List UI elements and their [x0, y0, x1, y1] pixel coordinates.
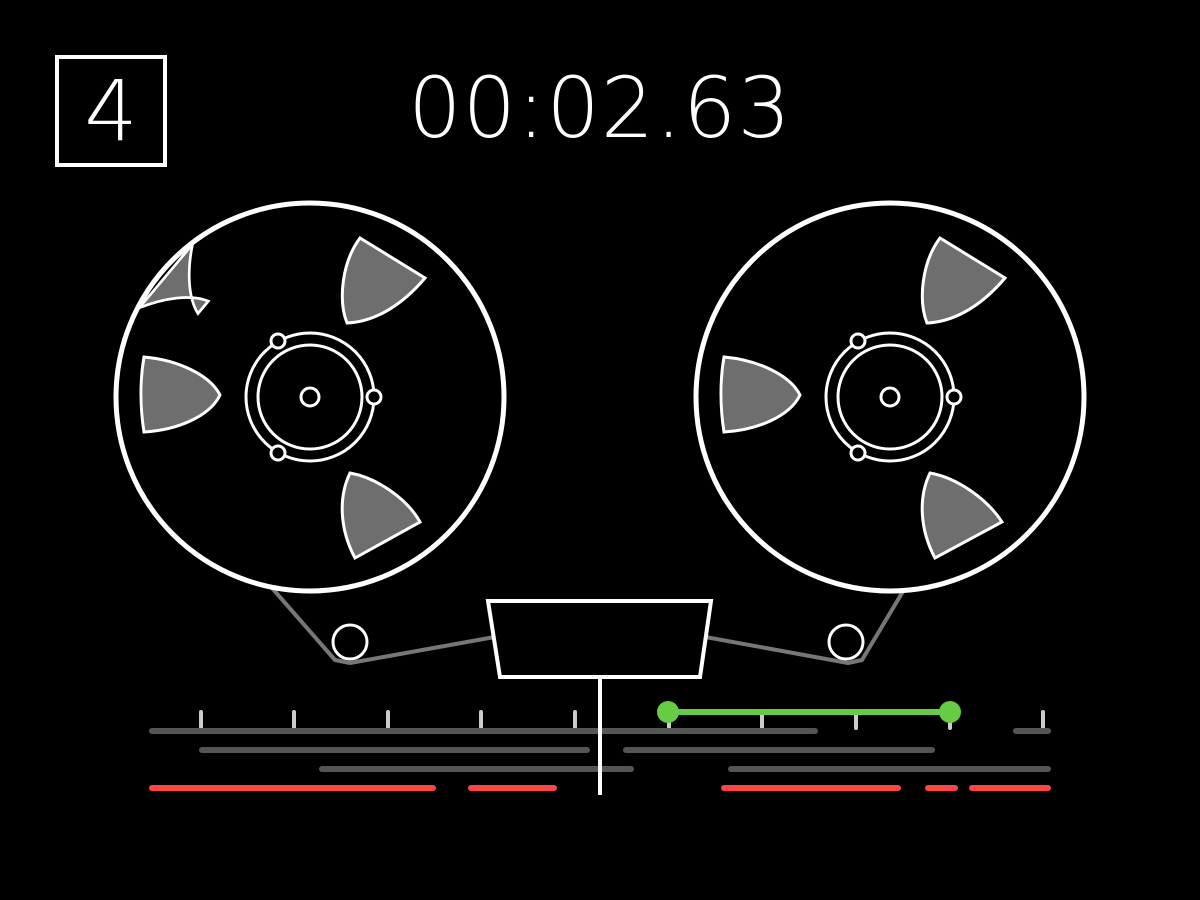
right-guide-roller — [827, 623, 865, 661]
left-reel[interactable] — [113, 200, 507, 594]
loop-start-handle[interactable] — [657, 701, 679, 723]
left-guide-roller — [331, 623, 369, 661]
tape-deck — [113, 200, 1087, 795]
tape-right-segment — [699, 586, 907, 665]
loop-end-handle[interactable] — [939, 701, 961, 723]
right-reel[interactable] — [693, 200, 1087, 594]
tape-left-segment — [270, 586, 501, 665]
loop-region[interactable] — [657, 701, 961, 723]
tape-head-icon — [485, 599, 714, 679]
